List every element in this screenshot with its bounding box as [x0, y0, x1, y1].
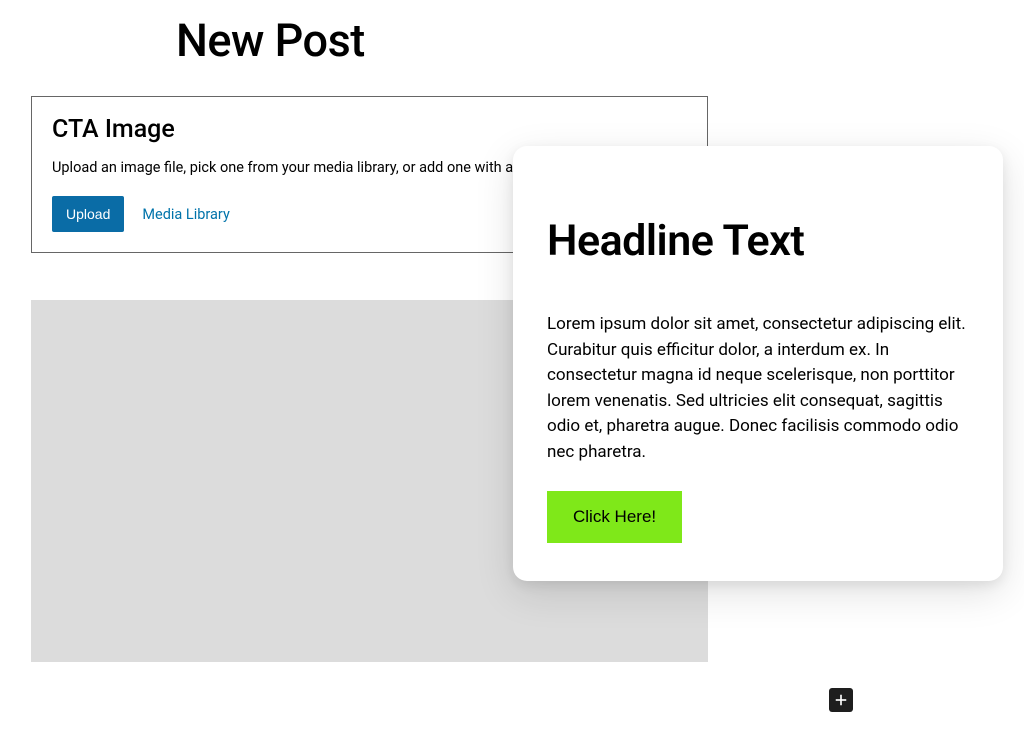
cta-block-title: CTA Image — [52, 115, 687, 144]
upload-button[interactable]: Upload — [52, 196, 124, 232]
plus-icon — [832, 691, 850, 709]
add-block-button[interactable] — [829, 688, 853, 712]
cta-card: Headline Text Lorem ipsum dolor sit amet… — [513, 146, 1003, 581]
media-library-link[interactable]: Media Library — [142, 206, 229, 223]
cta-click-here-button[interactable]: Click Here! — [547, 491, 682, 543]
card-body-text[interactable]: Lorem ipsum dolor sit amet, consectetur … — [547, 312, 969, 465]
card-headline[interactable]: Headline Text — [547, 216, 969, 266]
page-title[interactable]: New Post — [176, 14, 365, 67]
